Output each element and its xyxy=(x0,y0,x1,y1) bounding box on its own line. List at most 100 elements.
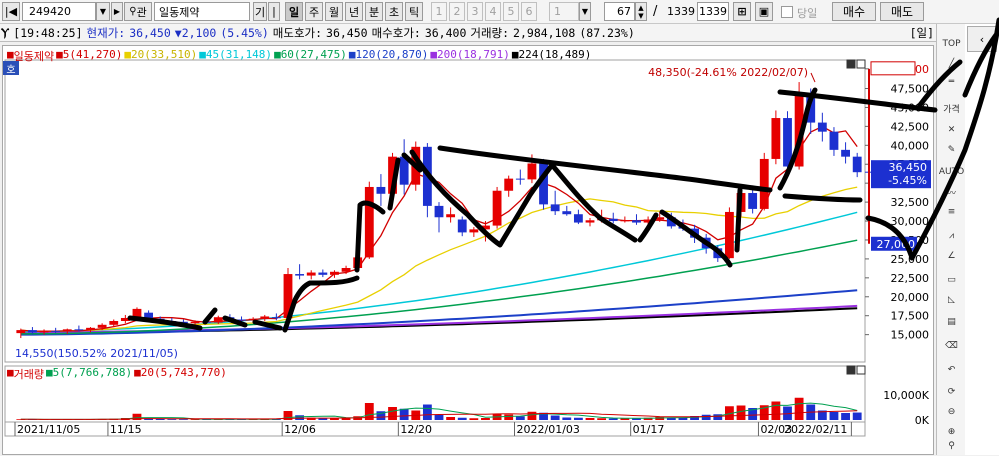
bid-label: 매수호가: xyxy=(371,25,421,40)
chart-area[interactable]: 50,10047,50045,00042,50040,00037,50035,0… xyxy=(2,45,934,455)
num-button-1[interactable]: 1 xyxy=(431,2,447,21)
candle-body xyxy=(16,330,26,334)
period-second-button[interactable]: 초 xyxy=(385,2,403,21)
period-year-button[interactable]: 년 xyxy=(345,2,363,21)
num-button-6[interactable]: 6 xyxy=(521,2,537,21)
auto-icon[interactable]: AUTO xyxy=(939,164,964,180)
volume-bar xyxy=(295,415,305,420)
horizontal-line-icon[interactable]: ═ xyxy=(942,74,961,90)
price-value: 36,450 xyxy=(129,25,171,40)
triangle-icon[interactable]: ◺ xyxy=(942,292,961,308)
stock-code-dropdown-icon[interactable]: ▼ xyxy=(96,2,110,21)
candle-body xyxy=(632,220,641,223)
buy-button[interactable]: 매수 xyxy=(832,2,876,21)
price-axis-label-1: 47,500 xyxy=(891,83,930,96)
volume-label: 거래량: xyxy=(470,25,510,40)
price-item-3[interactable]: 45(31,148) xyxy=(206,48,272,64)
box-tool-icon[interactable]: ▭ xyxy=(942,272,961,288)
candle-body xyxy=(306,272,316,276)
cross-tool-icon[interactable]: ✕ xyxy=(942,122,961,138)
fibonacci-icon[interactable]: ≡ xyxy=(942,204,961,220)
price-axis-label-12: 20,000 xyxy=(891,291,930,304)
collapse-arrow-icon[interactable]: ‹ xyxy=(967,26,997,52)
price-axis-label-10: 25,000 xyxy=(891,253,930,266)
top-icon[interactable]: TOP xyxy=(942,36,961,52)
num-button-3[interactable]: 3 xyxy=(467,2,483,21)
period-tick-button[interactable]: 틱 xyxy=(405,2,423,21)
volume-bar xyxy=(736,405,746,420)
text-tool-icon[interactable]: ▤ xyxy=(942,314,961,330)
gwan-label: 관 xyxy=(136,5,147,19)
angle-icon[interactable]: ∠ xyxy=(942,248,961,264)
magnifier-icon[interactable]: ⚲ xyxy=(942,438,961,454)
price-item-2[interactable]: 20(33,510) xyxy=(131,48,197,64)
right-scroll-area[interactable]: ‹ xyxy=(965,24,999,455)
today-checkbox[interactable] xyxy=(781,6,793,18)
chart-svg[interactable]: 50,10047,50045,00042,50040,00037,50035,0… xyxy=(3,46,935,456)
period-minute-button[interactable]: 분 xyxy=(365,2,383,21)
count-spinner-icon[interactable]: ▲ ▼ xyxy=(635,2,647,21)
volume-bar xyxy=(771,401,781,420)
price-item-5[interactable]: 120(20,870) xyxy=(356,48,429,64)
count-input[interactable]: 67 xyxy=(604,2,635,21)
price-item-0[interactable]: 일동제약 xyxy=(14,48,54,64)
stock-code-input[interactable]: 249420 xyxy=(22,2,96,21)
next-icon[interactable]: ▶ xyxy=(111,2,123,21)
candle-body xyxy=(86,327,95,331)
trend-line-icon[interactable]: ╱ xyxy=(942,56,961,72)
zigzag-icon[interactable]: ⩘ xyxy=(942,228,961,244)
draw-tool-icon[interactable]: ✎ xyxy=(942,142,961,158)
panel-max-icon xyxy=(846,365,856,375)
period-day-button[interactable]: 일 xyxy=(285,2,303,21)
period-week-button[interactable]: 주 xyxy=(305,2,323,21)
candle-body xyxy=(62,329,72,332)
stock-name-field[interactable]: 일동제약 xyxy=(154,2,250,21)
price-item-6[interactable]: 200(18,791) xyxy=(437,48,510,64)
price-marker-4: ■ xyxy=(274,48,281,61)
candle-body xyxy=(399,156,409,185)
wave-icon[interactable]: 〰 xyxy=(942,184,961,200)
num-select[interactable]: 1 xyxy=(549,2,579,21)
volume-item-1[interactable]: 5(7,766,788) xyxy=(53,366,132,382)
candle-body xyxy=(411,146,421,185)
total-count-field[interactable]: 1339 xyxy=(697,2,729,21)
volume-bar xyxy=(597,418,607,420)
price-marker-3: ■ xyxy=(199,48,206,61)
candle-body xyxy=(109,321,119,325)
num-button-2[interactable]: 2 xyxy=(449,2,465,21)
ho-badge[interactable]: 호 xyxy=(3,61,19,76)
num-button-5[interactable]: 5 xyxy=(503,2,519,21)
low-price-tag: 27,000 xyxy=(877,238,916,251)
sell-button[interactable]: 매도 xyxy=(880,2,924,21)
candle-body xyxy=(295,274,305,276)
volume-bar xyxy=(469,418,479,420)
volume-item-2[interactable]: 20(5,743,770) xyxy=(141,366,227,382)
quote-info-bar: Ⲩ [19:48:25] 현재가: 36,450 ▼ 2,100 (5.45%)… xyxy=(0,24,936,42)
num-select-dropdown-icon[interactable]: ▼ xyxy=(579,2,591,21)
search-gwan-button[interactable]: ⚲ 관 xyxy=(124,2,152,21)
gi-button[interactable]: 기 xyxy=(253,2,267,21)
filter-icon[interactable]: Ⲩ xyxy=(1,25,9,40)
volume-bar xyxy=(829,412,839,420)
date-axis-label-0: 2021/11/05 xyxy=(17,423,80,436)
add-chart-icon[interactable]: ⊞ xyxy=(733,2,751,21)
candle-body xyxy=(539,163,548,205)
candle-body xyxy=(562,211,572,215)
save-icon[interactable]: ▣ xyxy=(755,2,773,21)
candle-body xyxy=(527,163,537,180)
num-button-4[interactable]: 4 xyxy=(485,2,501,21)
volume-bar xyxy=(504,414,514,420)
period-month-button[interactable]: 월 xyxy=(325,2,343,21)
undo-icon[interactable]: ↶ xyxy=(942,362,961,378)
price-item-1[interactable]: 5(41,270) xyxy=(63,48,123,64)
zoom-out-icon[interactable]: ⊖ xyxy=(942,404,961,420)
price-tool-icon[interactable]: 가격 xyxy=(942,100,961,116)
price-item-4[interactable]: 60(27,475) xyxy=(281,48,347,64)
delete-icon[interactable]: ⌫ xyxy=(942,338,961,354)
price-item-7[interactable]: 224(18,489) xyxy=(519,48,592,64)
volume-item-0[interactable]: 거래량 xyxy=(14,366,44,382)
prev-first-icon[interactable]: |◀ xyxy=(2,2,20,21)
volume-bar xyxy=(167,419,177,420)
volume-bar xyxy=(399,408,409,420)
cycle-icon[interactable]: ⟳ xyxy=(942,384,961,400)
